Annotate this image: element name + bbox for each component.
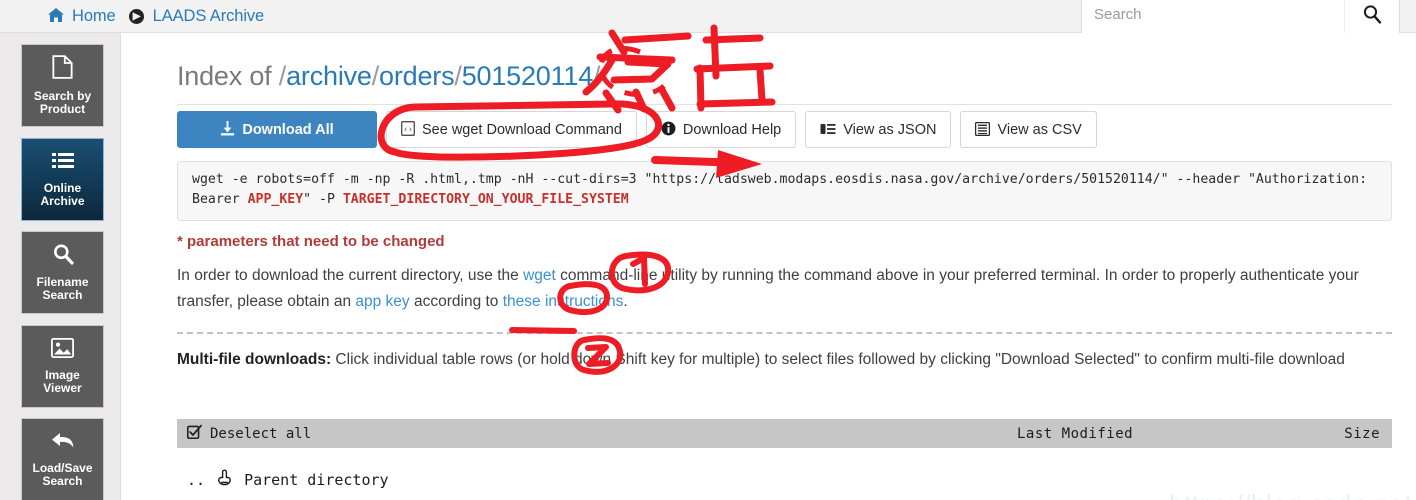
search-input[interactable] [1082, 0, 1344, 33]
column-header-size[interactable]: Size [1344, 426, 1380, 442]
breadcrumb: Home ▶ LAADS Archive [48, 0, 264, 33]
path-separator: / [593, 61, 601, 91]
dashed-divider [177, 332, 1392, 334]
svg-text:‹›: ‹› [403, 126, 413, 135]
sidebar-item-label: Search by Product [33, 89, 92, 116]
paragraph-text: according to [409, 293, 503, 311]
paragraph-text: . [623, 293, 628, 311]
list-icon [51, 151, 74, 175]
breadcrumb-home-link[interactable]: Home [72, 7, 116, 26]
deselect-all-control[interactable]: Deselect all [186, 424, 312, 443]
search-box [1081, 0, 1400, 34]
path-separator: / [454, 61, 462, 91]
paragraph-text: In order to download the current directo… [177, 267, 524, 284]
sidebar-item-load-save-search[interactable]: Load/Save Search [21, 418, 104, 500]
undo-icon [51, 431, 75, 455]
file-table-header: Deselect all Last Modified Size [177, 419, 1392, 448]
info-icon [661, 121, 676, 138]
csv-icon [975, 121, 991, 138]
path-segment-501520114[interactable]: 501520114 [462, 61, 594, 91]
page-title-prefix: Index of [177, 61, 279, 91]
see-wget-command-label: See wget Download Command [422, 121, 622, 138]
see-wget-command-button[interactable]: ‹› See wget Download Command [386, 111, 637, 148]
action-toolbar: Download All ‹› See wget Download Comman… [177, 111, 1097, 148]
page-title: Index of /archive/orders/501520114/ [177, 61, 601, 92]
json-icon [820, 122, 836, 138]
download-instructions-paragraph: In order to download the current directo… [177, 263, 1395, 315]
path-separator: / [371, 61, 380, 91]
parameters-note: * parameters that need to be changed [177, 233, 445, 250]
column-header-last-modified[interactable]: Last Modified [1017, 426, 1133, 442]
row-name: .. [187, 470, 206, 489]
checkbox-checked-icon [186, 424, 202, 443]
view-as-csv-label: View as CSV [997, 121, 1082, 138]
sidebar-item-image-viewer[interactable]: Image Viewer [21, 325, 104, 408]
view-as-csv-button[interactable]: View as CSV [960, 111, 1097, 148]
sidebar-item-search-by-product[interactable]: Search by Product [21, 44, 104, 127]
home-icon [48, 7, 64, 26]
sidebar-item-online-archive[interactable]: Online Archive [21, 138, 104, 221]
path-segment-archive[interactable]: archive [286, 61, 372, 91]
terminal-icon: ‹› [401, 121, 415, 138]
command-target-directory-placeholder: TARGET_DIRECTORY_ON_YOUR_FILE_SYSTEM [342, 192, 629, 208]
parent-directory-cell: .. Parent directory [177, 469, 389, 490]
page-root: Home ▶ LAADS Archive Search by Product On… [0, 0, 1416, 500]
command-text-part2: " -P [303, 192, 343, 208]
table-row[interactable]: .. Parent directory [177, 457, 1392, 500]
up-directory-icon [217, 469, 232, 490]
download-all-label: Download All [242, 121, 334, 138]
sidebar-item-label: Load/Save Search [32, 461, 93, 488]
download-all-button[interactable]: Download All [177, 111, 377, 148]
download-help-label: Download Help [682, 121, 782, 138]
search-button[interactable] [1344, 0, 1399, 33]
sidebar-item-label: Filename Search [36, 275, 89, 302]
app-key-link[interactable]: app key [355, 293, 409, 310]
search-icon [1362, 4, 1382, 24]
image-icon [50, 338, 75, 362]
title-divider [177, 104, 1392, 105]
main-content: Index of /archive/orders/501520114/ Down… [122, 33, 1416, 500]
search-icon [52, 243, 74, 269]
sidebar-item-label: Online Archive [40, 181, 85, 208]
wget-command-block[interactable]: wget -e robots=off -m -np -R .html,.tmp … [177, 161, 1392, 221]
top-breadcrumb-bar: Home ▶ LAADS Archive [0, 0, 1416, 34]
breadcrumb-laads-archive-link[interactable]: LAADS Archive [153, 7, 265, 26]
deselect-all-label: Deselect all [210, 425, 312, 442]
row-label: Parent directory [244, 470, 389, 489]
multi-file-downloads-note: Multi-file downloads: Click individual t… [177, 348, 1395, 372]
multi-file-text: Click individual table rows (or hold dow… [331, 351, 1345, 368]
file-icon [52, 55, 73, 83]
download-help-button[interactable]: Download Help [645, 111, 797, 148]
sidebar-item-filename-search[interactable]: Filename Search [21, 231, 104, 314]
wget-link[interactable]: wget [523, 267, 556, 284]
view-as-json-label: View as JSON [843, 121, 937, 138]
chevron-right-circle-icon: ▶ [128, 9, 144, 24]
sidebar-item-label: Image Viewer [43, 368, 82, 395]
path-segment-orders[interactable]: orders [379, 61, 455, 91]
multi-file-label: Multi-file downloads: [177, 351, 332, 368]
view-as-json-button[interactable]: View as JSON [805, 111, 952, 148]
left-sidebar: Search by Product Online Archive Filename … [0, 33, 121, 500]
these-instructions-link[interactable]: these instructions [503, 293, 624, 310]
path-separator: / [278, 61, 287, 91]
download-icon [220, 120, 235, 139]
command-app-key-placeholder: APP_KEY [247, 192, 304, 208]
